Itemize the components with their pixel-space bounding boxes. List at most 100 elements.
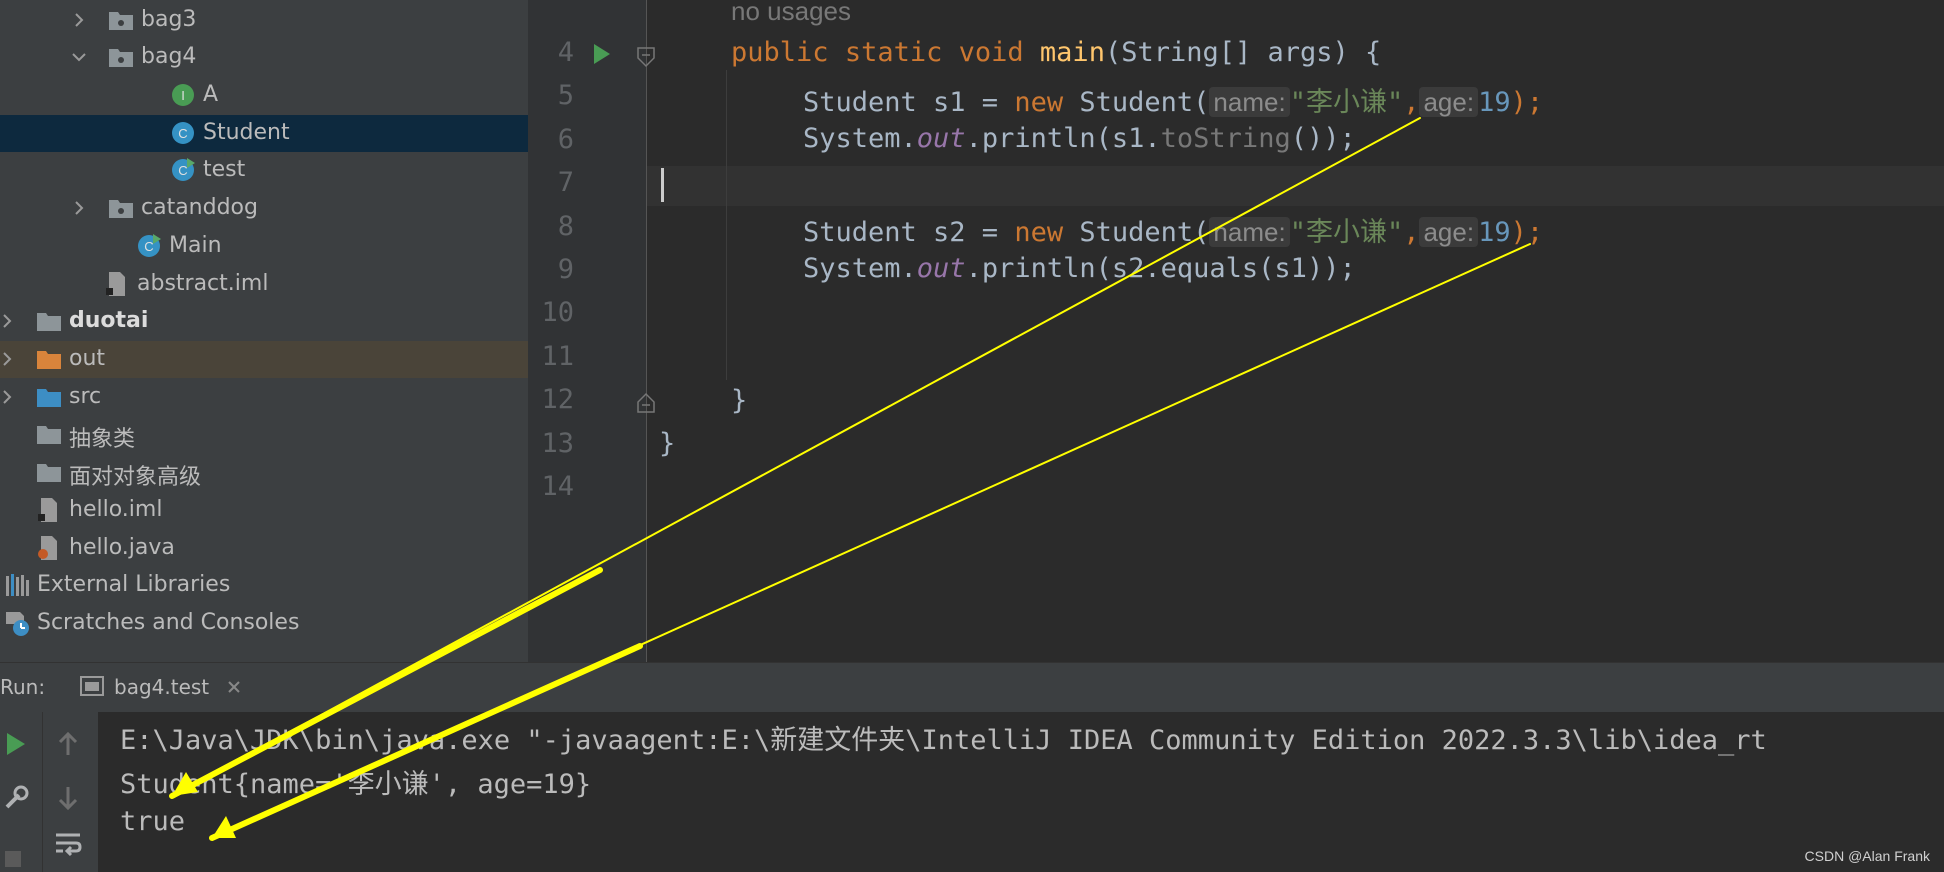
param-hint-age: age: xyxy=(1419,217,1479,247)
watermark: CSDN @Alan Frank xyxy=(1804,848,1930,864)
rerun-icon[interactable] xyxy=(4,730,28,758)
tree-item-11[interactable]: 抽象类 xyxy=(0,416,528,453)
line-number: 4 xyxy=(557,37,574,68)
module-file-icon xyxy=(36,497,62,523)
tree-item-4[interactable]: Ctest xyxy=(0,152,528,189)
chevron-right-icon[interactable] xyxy=(0,314,14,328)
tree-item-1[interactable]: bag4 xyxy=(0,39,528,76)
soft-wrap-icon[interactable] xyxy=(54,830,82,858)
run-tab-label: bag4.test xyxy=(114,675,210,699)
folder-package-icon xyxy=(108,44,134,70)
close-paren-semicolon: ); xyxy=(1510,217,1544,248)
code-editor[interactable]: 4 5 6 7 8 9 10 11 12 13 14 no usages public static… xyxy=(528,0,1944,662)
tree-item-15[interactable]: External Libraries xyxy=(0,567,528,604)
param-hint-age: age: xyxy=(1419,87,1479,117)
kw-new: new xyxy=(1014,217,1064,248)
scroll-down-icon[interactable] xyxy=(56,784,80,812)
code-text: Student( xyxy=(1063,217,1210,248)
settings-wrench-icon[interactable] xyxy=(2,784,30,812)
stop-icon[interactable] xyxy=(4,850,22,868)
scratches-icon xyxy=(4,610,30,636)
param-hint-name: name: xyxy=(1209,217,1290,247)
code-line-4: public static void main(String[] args) { xyxy=(731,37,1381,68)
code-line-12: } xyxy=(731,385,748,416)
console-line-command: E:\Java\JDK\bin\java.exe "-javaagent:E:\… xyxy=(120,725,1767,756)
close-tab-icon[interactable] xyxy=(226,679,242,695)
tree-item-16[interactable]: Scratches and Consoles xyxy=(0,605,528,642)
class-icon: C xyxy=(170,120,196,146)
usages-hint[interactable]: no usages xyxy=(731,0,851,27)
tree-item-7[interactable]: abstract.iml xyxy=(0,266,528,303)
text-caret xyxy=(661,168,664,202)
field-out: out xyxy=(916,123,966,154)
code-text: .println(s2.equals(s1)); xyxy=(965,253,1356,284)
method-tostring: toString xyxy=(1160,123,1291,154)
comma: , xyxy=(1403,87,1420,118)
tree-item-label: 面对对象高级 xyxy=(69,465,202,490)
line-number: 6 xyxy=(557,123,574,155)
toolbar-divider xyxy=(42,712,43,872)
run-toolbar xyxy=(0,712,98,872)
tree-item-label: Scratches and Consoles xyxy=(37,610,300,635)
code-line-5: Student s1 = new Student(name: "李小谦", age:… xyxy=(803,80,1543,119)
chevron-right-icon[interactable] xyxy=(72,13,86,27)
runnable-class-icon: C xyxy=(136,233,162,259)
tree-item-label: hello.iml xyxy=(69,497,163,522)
tree-item-14[interactable]: hello.java xyxy=(0,530,528,567)
console-output[interactable]: E:\Java\JDK\bin\java.exe "-javaagent:E:\… xyxy=(0,712,1944,872)
tree-item-label: Main xyxy=(169,233,222,258)
svg-text:C: C xyxy=(178,126,187,141)
current-line-highlight xyxy=(647,166,1944,206)
code-line-9: System.out.println(s2.equals(s1)); xyxy=(803,253,1356,284)
tree-item-label: test xyxy=(203,157,246,182)
code-line-13: } xyxy=(659,428,676,459)
chevron-down-icon[interactable] xyxy=(72,50,86,64)
folder-icon xyxy=(36,459,62,485)
indent-guide xyxy=(726,70,727,380)
tree-item-0[interactable]: bag3 xyxy=(0,2,528,39)
svg-text:C: C xyxy=(144,239,153,254)
tree-item-label: hello.java xyxy=(69,535,175,560)
chevron-right-icon[interactable] xyxy=(0,352,14,366)
kw-new: new xyxy=(1014,87,1064,118)
close-paren-semicolon: ); xyxy=(1510,87,1544,118)
tree-item-13[interactable]: hello.iml xyxy=(0,492,528,529)
libraries-icon xyxy=(4,572,30,598)
code-text: Student s1 = xyxy=(803,87,1015,118)
tree-item-12[interactable]: 面对对象高级 xyxy=(0,454,528,491)
module-folder-icon xyxy=(36,308,62,334)
source-folder-icon xyxy=(36,384,62,410)
svg-text:C: C xyxy=(178,163,187,178)
run-tab-bag4-test[interactable]: bag4.test xyxy=(62,663,252,717)
excluded-folder-icon xyxy=(36,346,62,372)
console-tab-icon xyxy=(80,676,104,698)
console-line-output: true xyxy=(120,806,186,837)
tree-item-9[interactable]: out xyxy=(0,341,528,378)
tree-item-2[interactable]: IA xyxy=(0,77,528,114)
tree-item-label: duotai xyxy=(69,308,149,333)
console-line-output: Student{name='李小谦', age=19} xyxy=(120,769,592,800)
string-literal: "李小谦" xyxy=(1289,217,1404,248)
tree-item-6[interactable]: C Main xyxy=(0,228,528,265)
chevron-right-icon[interactable] xyxy=(0,390,14,404)
tree-item-5[interactable]: catanddog xyxy=(0,190,528,227)
line-number: 10 xyxy=(541,297,574,329)
comma: , xyxy=(1403,217,1420,248)
tree-item-3[interactable]: C Student xyxy=(0,115,528,152)
tree-item-label: src xyxy=(69,384,102,409)
chevron-right-icon[interactable] xyxy=(72,201,86,215)
tree-item-label: Student xyxy=(203,120,290,145)
tree-item-8[interactable]: duotai xyxy=(0,303,528,340)
fold-marker-open-icon[interactable] xyxy=(636,46,656,68)
string-literal: "李小谦" xyxy=(1289,87,1404,118)
fold-marker-close-icon[interactable] xyxy=(636,392,656,414)
run-label: Run: xyxy=(0,675,46,699)
tree-item-label: bag4 xyxy=(141,44,197,69)
line-number: 5 xyxy=(557,80,574,112)
module-file-icon xyxy=(104,271,130,297)
tree-item-10[interactable]: src xyxy=(0,379,528,416)
line-number: 14 xyxy=(541,471,574,502)
run-gutter-icon[interactable] xyxy=(592,42,612,66)
scroll-up-icon[interactable] xyxy=(56,730,80,758)
run-tool-window-header: Run: bag4.test xyxy=(0,662,1944,717)
